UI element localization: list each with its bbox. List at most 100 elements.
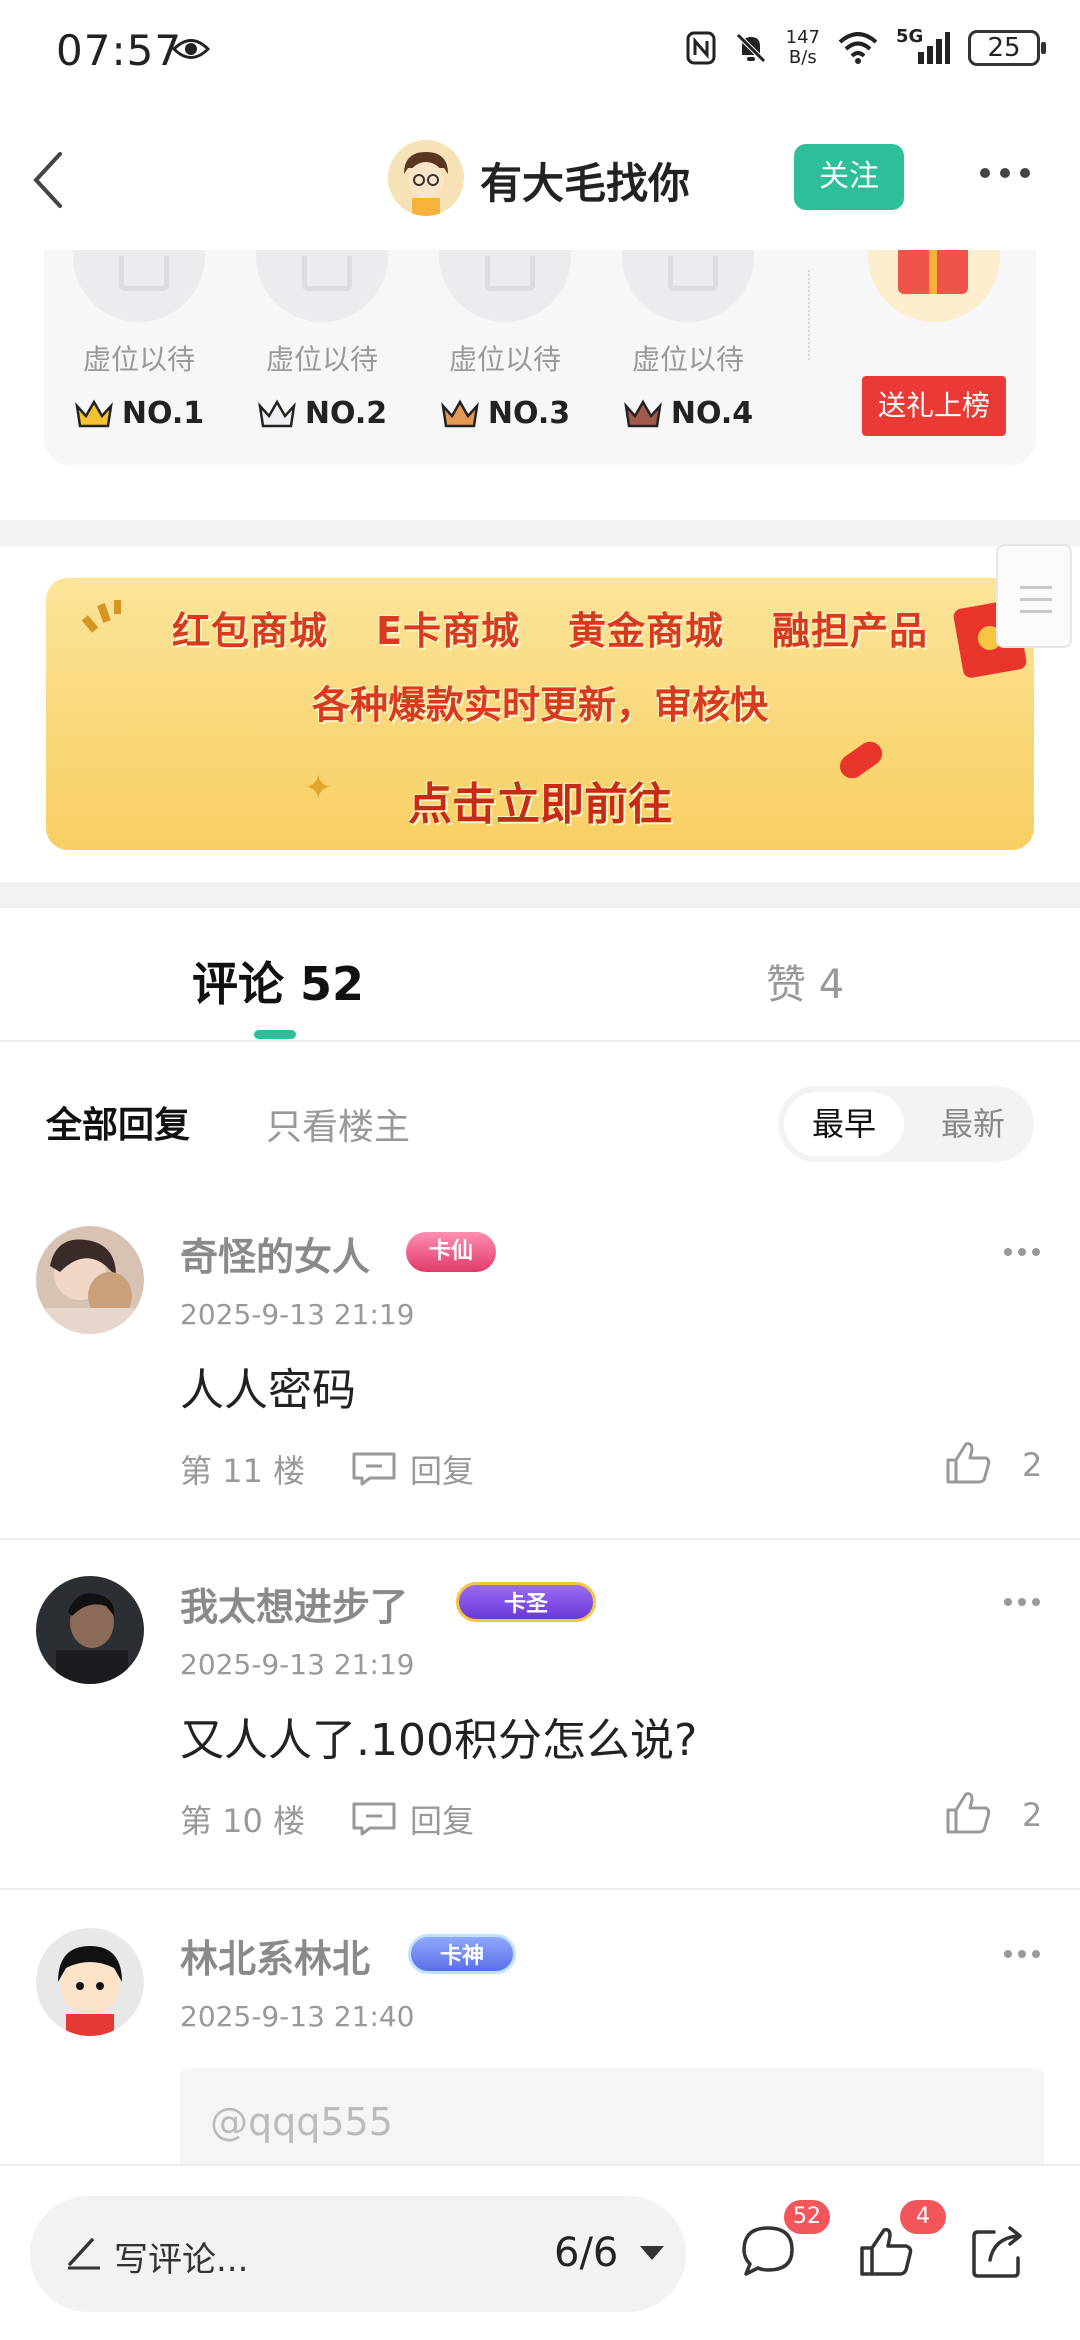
rank-divider (808, 270, 810, 360)
speed-unit: B/s (788, 47, 817, 68)
tab-likes[interactable]: 赞 4 (766, 952, 844, 1010)
cell-signal: 5G (896, 26, 950, 66)
thumbs-up-icon[interactable] (944, 1788, 994, 1838)
banner-mall-item: E卡商城 (376, 609, 520, 653)
like-count-badge: 4 (900, 2200, 946, 2234)
empty-seat-icon (439, 250, 571, 322)
rank-slot-3[interactable]: 虚位以待 NO.3 (430, 250, 580, 431)
sort-earliest[interactable]: 最早 (784, 1092, 904, 1156)
share-icon[interactable] (968, 2222, 1028, 2282)
commenter-avatar[interactable] (36, 1928, 144, 2036)
author-name[interactable]: 有大毛找你 (480, 150, 690, 211)
thumbs-up-icon[interactable] (944, 1438, 994, 1488)
comment-text: 人人密码 (180, 1365, 356, 1416)
commenter-name[interactable]: 奇怪的女人 (180, 1226, 370, 1281)
commenter-name[interactable]: 我太想进步了 (180, 1576, 408, 1631)
write-comment-input[interactable]: 写评论... 6/6 (30, 2196, 686, 2312)
floor-number: 第 10 楼 (180, 1802, 306, 1840)
crown-gold-icon (75, 398, 113, 427)
status-bar: 07:57 147 B/s 5G 25 (0, 0, 1080, 110)
banner-mall-item: 红包商城 (171, 609, 328, 653)
level-badge: 卡神 (408, 1934, 516, 1974)
comment-divider (0, 1538, 1080, 1540)
reply-button[interactable]: 回复 (350, 1446, 474, 1492)
write-comment-label: 写评论... (114, 2240, 249, 2280)
bottom-action-bar: 写评论... 6/6 52 4 (0, 2164, 1080, 2340)
section-divider (0, 882, 1080, 908)
comment-tabs: 评论 52 赞 4 (0, 908, 1080, 1042)
nfc-icon (686, 31, 716, 65)
page-indicator[interactable]: 6/6 (554, 2230, 618, 2276)
scroll-handle[interactable] (996, 544, 1072, 648)
eye-icon (172, 39, 210, 59)
follow-button[interactable]: 关注 (794, 144, 904, 210)
more-options-icon[interactable] (980, 168, 1030, 178)
comment-count-badge: 52 (784, 2200, 830, 2234)
sort-newest[interactable]: 最新 (918, 1092, 1028, 1156)
rank-slot-1[interactable]: 虚位以待 NO.1 (64, 250, 214, 431)
empty-seat-icon (73, 250, 205, 322)
comment-time: 2025-9-13 21:40 (180, 2000, 415, 2033)
banner-mall-item: 黄金商城 (567, 609, 724, 653)
rank-slot-2[interactable]: 虚位以待 NO.2 (247, 250, 397, 431)
crown-silver-icon (258, 398, 296, 427)
filter-op-only[interactable]: 只看楼主 (266, 1098, 410, 1150)
network-speed: 147 B/s (786, 28, 820, 68)
level-badge: 卡仙 (406, 1232, 496, 1272)
chevron-down-icon[interactable] (640, 2246, 664, 2260)
comment-time: 2025-9-13 21:19 (180, 1648, 415, 1681)
photo-avatar-icon (36, 1226, 144, 1334)
rank-slot-text: 虚位以待 (631, 343, 744, 376)
rank-label: NO.2 (304, 396, 388, 431)
tab-comments[interactable]: 评论 52 (192, 948, 364, 1014)
rank-label: NO.3 (487, 396, 571, 431)
author-avatar[interactable] (388, 140, 464, 216)
quoted-user: @qqq555 (210, 2100, 393, 2144)
banner-cta[interactable]: 点击立即前往 (46, 768, 1034, 832)
promo-banner[interactable]: 红包商城 E卡商城 黄金商城 融担产品 各种爆款实时更新，审核快 ✦ 点击立即前往 (46, 578, 1034, 850)
comment-more-icon[interactable] (1004, 1950, 1040, 1958)
comment-item: 林北系林北 卡神 2025-9-13 21:40 @qqq555 (0, 1928, 1080, 2164)
reply-button[interactable]: 回复 (350, 1796, 474, 1842)
like-count: 2 (1022, 1796, 1043, 1834)
status-icons: 147 B/s 5G 25 (686, 26, 1046, 68)
quoted-reply[interactable]: @qqq555 (180, 2068, 1044, 2164)
floor-number: 第 11 楼 (180, 1452, 306, 1490)
empty-seat-icon (256, 250, 388, 322)
comment-divider (0, 1888, 1080, 1890)
rank-slot-text: 虚位以待 (448, 343, 561, 376)
cartoon-avatar-icon (388, 140, 464, 216)
wifi-icon (838, 32, 878, 64)
pen-icon (68, 2238, 100, 2270)
photo-avatar-icon (36, 1576, 144, 1684)
status-time: 07:57 (56, 26, 183, 75)
level-badge: 卡圣 (456, 1582, 596, 1622)
comment-more-icon[interactable] (1004, 1598, 1040, 1606)
commenter-avatar[interactable] (36, 1226, 144, 1334)
gift-icon[interactable] (868, 250, 1000, 322)
rank-slot-text: 虚位以待 (82, 343, 195, 376)
speed-value: 147 (785, 27, 820, 48)
signal-bars-icon (918, 32, 950, 64)
reply-bubble-icon (352, 1802, 396, 1836)
comment-more-icon[interactable] (1004, 1248, 1040, 1256)
reply-bubble-icon (352, 1452, 396, 1486)
commenter-avatar[interactable] (36, 1576, 144, 1684)
reply-label: 回复 (410, 1802, 475, 1840)
back-arrow-icon[interactable] (26, 148, 76, 212)
section-divider (0, 520, 1080, 546)
comment-bubble-icon[interactable] (738, 2222, 798, 2282)
mute-bell-icon (735, 33, 766, 63)
rank-slot-4[interactable]: 虚位以待 NO.4 (613, 250, 763, 431)
banner-mall-list: 红包商城 E卡商城 黄金商城 融担产品 (56, 600, 1034, 655)
cartoon-avatar-icon (36, 1928, 144, 2036)
comment-time: 2025-9-13 21:19 (180, 1298, 415, 1331)
filter-all-replies[interactable]: 全部回复 (46, 1096, 190, 1148)
rank-label: NO.1 (121, 396, 205, 431)
commenter-name[interactable]: 林北系林北 (180, 1928, 370, 1983)
send-gift-button[interactable]: 送礼上榜 (862, 376, 1006, 436)
banner-subtitle: 各种爆款实时更新，审核快 (311, 683, 768, 727)
comment-item: 奇怪的女人 卡仙 2025-9-13 21:19 人人密码 第 11 楼 回复 … (0, 1226, 1080, 1536)
empty-seat-icon (622, 250, 754, 322)
rank-label: NO.4 (670, 396, 754, 431)
